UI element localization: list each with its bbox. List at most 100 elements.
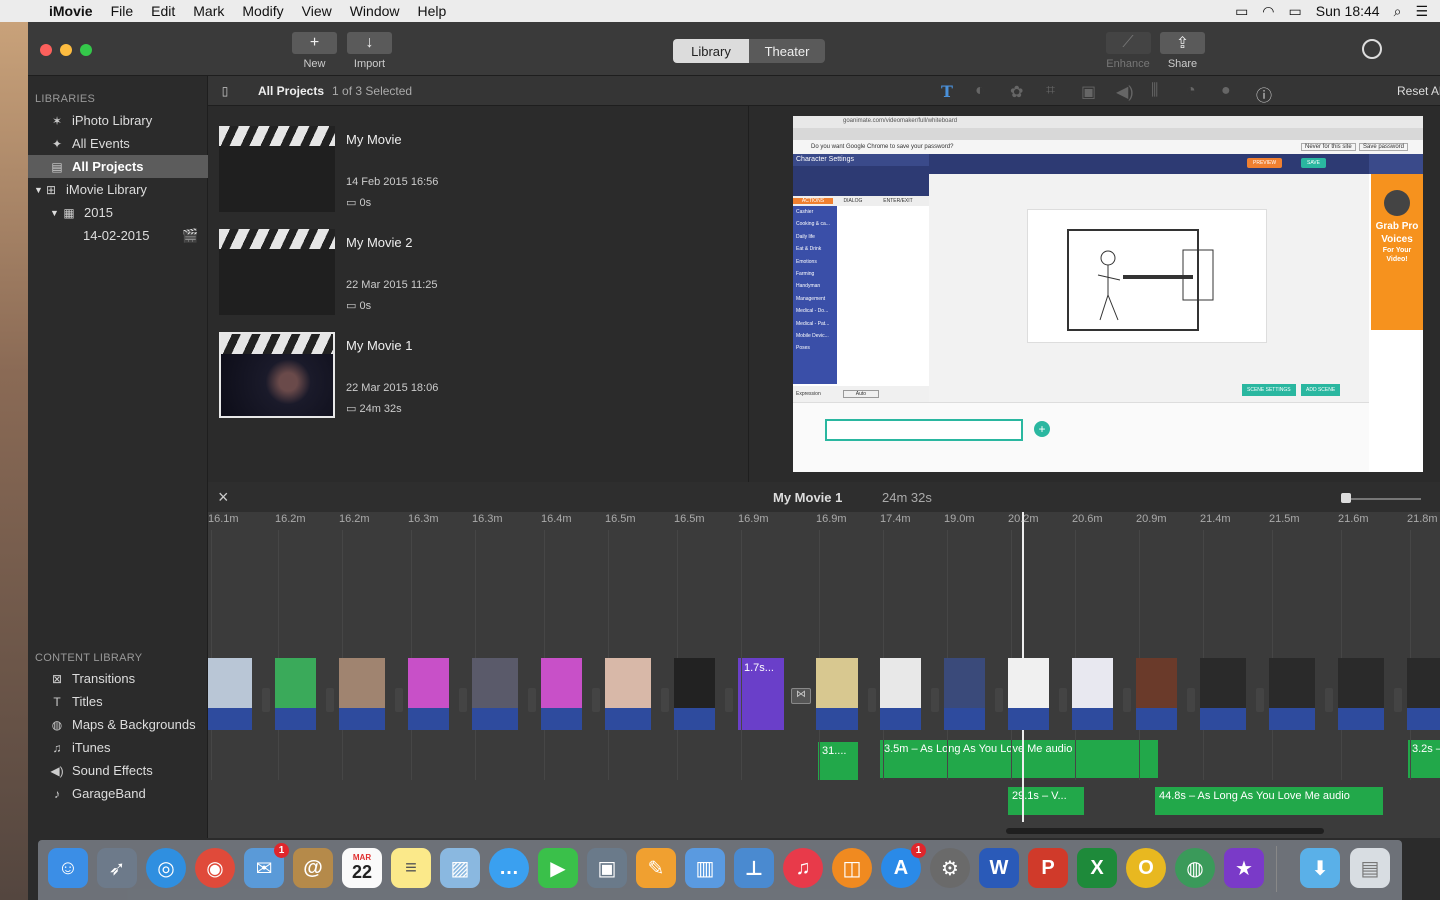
sidebar-item-all-events[interactable]: ✦ All Events bbox=[28, 132, 208, 155]
video-clip[interactable] bbox=[1269, 658, 1315, 730]
color-correction-icon[interactable]: ✿ bbox=[1010, 82, 1023, 102]
share-button[interactable]: ⇪ Share bbox=[1160, 32, 1205, 70]
audio-clip[interactable]: 3.5m – As Long As You Love Me audio bbox=[880, 740, 1158, 778]
video-clip[interactable] bbox=[944, 658, 985, 730]
title-tool-icon[interactable]: T bbox=[941, 82, 953, 101]
title-clip[interactable]: 1.7s... bbox=[738, 658, 784, 730]
sidebar-item-event-date[interactable]: 14-02-2015 🎬 bbox=[28, 224, 208, 247]
video-clip[interactable] bbox=[880, 658, 921, 730]
enhance-button[interactable]: ⟋ Enhance bbox=[1104, 32, 1152, 70]
finder-icon[interactable]: ☺ bbox=[48, 848, 88, 888]
reset-all-button[interactable]: Reset All bbox=[1397, 84, 1440, 98]
theater-tab[interactable]: Theater bbox=[749, 39, 825, 63]
mail-icon[interactable]: ✉ 1 bbox=[244, 843, 289, 888]
sidebar-item-imovie-library[interactable]: ▼ ⊞ iMovie Library bbox=[28, 178, 208, 201]
video-clip[interactable] bbox=[816, 658, 858, 730]
video-clip[interactable] bbox=[472, 658, 518, 730]
clip-gap-handle[interactable] bbox=[1325, 688, 1333, 712]
notes-icon[interactable]: ≡ bbox=[391, 848, 431, 888]
import-button[interactable]: ↓ Import bbox=[347, 32, 392, 70]
sidebar-item-iphoto[interactable]: ✶ iPhoto Library bbox=[28, 109, 208, 132]
video-clip[interactable] bbox=[339, 658, 385, 730]
project-item[interactable]: My Movie 2 22 Mar 2015 11:25 ▭ 0s bbox=[219, 229, 669, 317]
launchpad-icon[interactable]: ➶ bbox=[97, 848, 137, 888]
battery-icon[interactable]: ▭ bbox=[1289, 3, 1302, 20]
stabilization-icon[interactable]: ▣ bbox=[1081, 82, 1096, 102]
project-item-selected[interactable]: My Movie 1 22 Mar 2015 18:06 ▭ 24m 32s bbox=[219, 332, 669, 420]
sidebar-item-maps[interactable]: ◍ Maps & Backgrounds bbox=[28, 713, 208, 736]
menu-window[interactable]: Window bbox=[341, 3, 409, 19]
zoom-slider-knob[interactable] bbox=[1341, 493, 1351, 503]
clip-gap-handle[interactable] bbox=[661, 688, 669, 712]
video-clip[interactable] bbox=[1407, 658, 1440, 730]
video-clip[interactable] bbox=[1072, 658, 1113, 730]
volume-icon[interactable]: ◀) bbox=[1116, 82, 1134, 102]
disclosure-triangle-icon[interactable]: ▼ bbox=[50, 208, 62, 218]
library-tab[interactable]: Library bbox=[673, 39, 749, 63]
video-clip[interactable] bbox=[1136, 658, 1177, 730]
sidebar-item-2015[interactable]: ▼ ▦ 2015 bbox=[28, 201, 208, 224]
clip-gap-handle[interactable] bbox=[1394, 688, 1402, 712]
clip-gap-handle[interactable] bbox=[262, 688, 270, 712]
clip-gap-handle[interactable] bbox=[1187, 688, 1195, 712]
clip-gap-handle[interactable] bbox=[459, 688, 467, 712]
zoom-slider[interactable] bbox=[1341, 493, 1421, 503]
clip-gap-handle[interactable] bbox=[995, 688, 1003, 712]
close-window-button[interactable] bbox=[40, 44, 52, 56]
video-clip[interactable] bbox=[1200, 658, 1246, 730]
sidebar-item-transitions[interactable]: ⊠ Transitions bbox=[28, 667, 208, 690]
menu-view[interactable]: View bbox=[293, 3, 341, 19]
background-tasks-icon[interactable] bbox=[1362, 39, 1382, 59]
outlook-icon[interactable]: O bbox=[1126, 848, 1166, 888]
audio-clip[interactable]: 31.... bbox=[818, 742, 858, 780]
audio-clip[interactable]: 44.8s – As Long As You Love Me audio bbox=[1155, 787, 1383, 815]
video-clip[interactable] bbox=[1338, 658, 1384, 730]
video-clip[interactable] bbox=[541, 658, 582, 730]
clip-gap-handle[interactable] bbox=[395, 688, 403, 712]
contacts-icon[interactable]: @ bbox=[293, 848, 333, 888]
menu-help[interactable]: Help bbox=[409, 3, 456, 19]
video-clip[interactable] bbox=[208, 658, 252, 730]
disclosure-triangle-icon[interactable]: ▼ bbox=[34, 185, 44, 195]
ibooks-icon[interactable]: ◫ bbox=[832, 848, 872, 888]
clip-gap-handle[interactable] bbox=[868, 688, 876, 712]
chrome-icon[interactable]: ◉ bbox=[195, 848, 235, 888]
excel-icon[interactable]: X bbox=[1077, 848, 1117, 888]
project-item[interactable]: My Movie 14 Feb 2015 16:56 ▭ 0s bbox=[219, 126, 669, 214]
messages-icon[interactable]: … bbox=[489, 848, 529, 888]
clip-gap-handle[interactable] bbox=[1256, 688, 1264, 712]
noise-reduction-icon[interactable]: ⫼ bbox=[1151, 82, 1158, 100]
preview-icon[interactable]: ▨ bbox=[440, 848, 480, 888]
word-icon[interactable]: W bbox=[979, 848, 1019, 888]
notification-center-icon[interactable]: ☰ bbox=[1415, 3, 1428, 20]
sidebar-item-all-projects[interactable]: ▤ All Projects bbox=[28, 155, 208, 178]
clip-gap-handle[interactable] bbox=[1123, 688, 1131, 712]
numbers-icon[interactable]: ▥ bbox=[685, 848, 725, 888]
iphoto-icon[interactable]: ▣ bbox=[587, 848, 627, 888]
airplay-icon[interactable]: ▭ bbox=[1235, 3, 1248, 20]
audio-clip[interactable]: 29.1s – V... bbox=[1008, 787, 1084, 815]
video-preview[interactable]: goanimate.com/videomaker/full/whiteboard… bbox=[793, 116, 1423, 472]
clip-filter-icon[interactable]: ● bbox=[1221, 82, 1231, 100]
facetime-icon[interactable]: ▶ bbox=[538, 848, 578, 888]
new-button[interactable]: + New bbox=[292, 32, 337, 70]
info-icon[interactable]: ⓘ bbox=[1256, 82, 1272, 106]
itunes-icon[interactable]: ♫ bbox=[783, 848, 823, 888]
color-balance-icon[interactable]: ◐ bbox=[975, 82, 985, 100]
spotlight-icon[interactable]: ⌕ bbox=[1394, 3, 1402, 20]
menu-mark[interactable]: Mark bbox=[184, 3, 233, 19]
video-clip[interactable] bbox=[275, 658, 316, 730]
downloads-folder-icon[interactable]: ⬇ bbox=[1300, 848, 1340, 888]
powerpoint-icon[interactable]: P bbox=[1028, 848, 1068, 888]
internet-globe-icon[interactable]: ◍ bbox=[1175, 848, 1215, 888]
clip-gap-handle[interactable] bbox=[1059, 688, 1067, 712]
clip-gap-handle[interactable] bbox=[528, 688, 536, 712]
sidebar-item-sound-effects[interactable]: ◀) Sound Effects bbox=[28, 759, 208, 782]
minimize-window-button[interactable] bbox=[60, 44, 72, 56]
keynote-icon[interactable]: ⊥ bbox=[734, 848, 774, 888]
project-thumbnail[interactable] bbox=[219, 126, 335, 212]
clip-gap-handle[interactable] bbox=[725, 688, 733, 712]
menu-app[interactable]: iMovie bbox=[40, 3, 102, 19]
sidebar-item-itunes[interactable]: ♫ iTunes bbox=[28, 736, 208, 759]
clip-gap-handle[interactable] bbox=[326, 688, 334, 712]
